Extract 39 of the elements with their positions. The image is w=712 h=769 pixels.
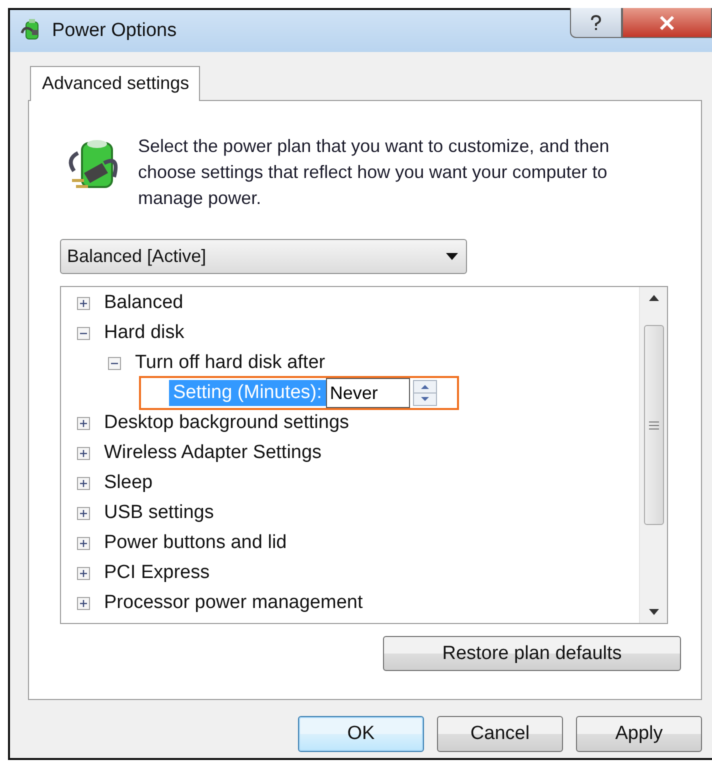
tree-item[interactable]: Processor power management: [104, 592, 363, 614]
tree-item[interactable]: USB settings: [104, 502, 214, 524]
tree-item[interactable]: Turn off hard disk after: [135, 352, 326, 374]
dialog-button[interactable]: OK: [298, 716, 424, 752]
scroll-down-icon[interactable]: [648, 609, 658, 615]
scroll-up-icon[interactable]: [648, 295, 658, 301]
tree-item[interactable]: Wireless Adapter Settings: [104, 442, 322, 464]
dialog-button[interactable]: Apply: [576, 716, 702, 752]
close-icon: [659, 16, 675, 30]
tree-item[interactable]: Balanced: [104, 292, 184, 314]
expand-icon[interactable]: [77, 446, 90, 460]
scrollbar[interactable]: [639, 287, 667, 623]
plan-dropdown[interactable]: Balanced [Active]: [60, 239, 467, 274]
scroll-thumb[interactable]: [644, 325, 664, 525]
caret-icon: [446, 253, 458, 260]
tree-item[interactable]: Sleep: [104, 472, 153, 494]
tree-item[interactable]: PCI Express: [104, 562, 210, 584]
expand-icon[interactable]: [77, 296, 90, 310]
spinner-icon[interactable]: [412, 380, 437, 406]
close-button[interactable]: [622, 8, 712, 38]
collapse-icon[interactable]: [77, 326, 90, 340]
window-title: Power Options: [52, 20, 177, 42]
restore-defaults-button[interactable]: Restore plan defaults: [383, 636, 681, 671]
value-field[interactable]: Never: [326, 378, 410, 408]
collapse-icon[interactable]: [108, 356, 121, 370]
tree-item[interactable]: Hard disk: [104, 322, 184, 344]
expand-icon[interactable]: [77, 566, 90, 580]
expand-icon[interactable]: [77, 506, 90, 520]
dialog-button[interactable]: Cancel: [437, 716, 563, 752]
tree-item[interactable]: Power buttons and lid: [104, 532, 287, 554]
expand-icon[interactable]: [77, 416, 90, 430]
question-mark-icon: [590, 14, 602, 30]
expand-icon[interactable]: [77, 536, 90, 550]
expand-icon[interactable]: [77, 476, 90, 490]
expand-icon[interactable]: [77, 596, 90, 610]
description-text: Select the power plan that you want to customize, and then choose settings that reflect how you want your computer to manage power.: [138, 135, 610, 210]
tab[interactable]: Advanced settings: [30, 66, 200, 101]
help-button[interactable]: [570, 8, 622, 38]
tree-item[interactable]: Desktop background settings: [104, 412, 350, 434]
